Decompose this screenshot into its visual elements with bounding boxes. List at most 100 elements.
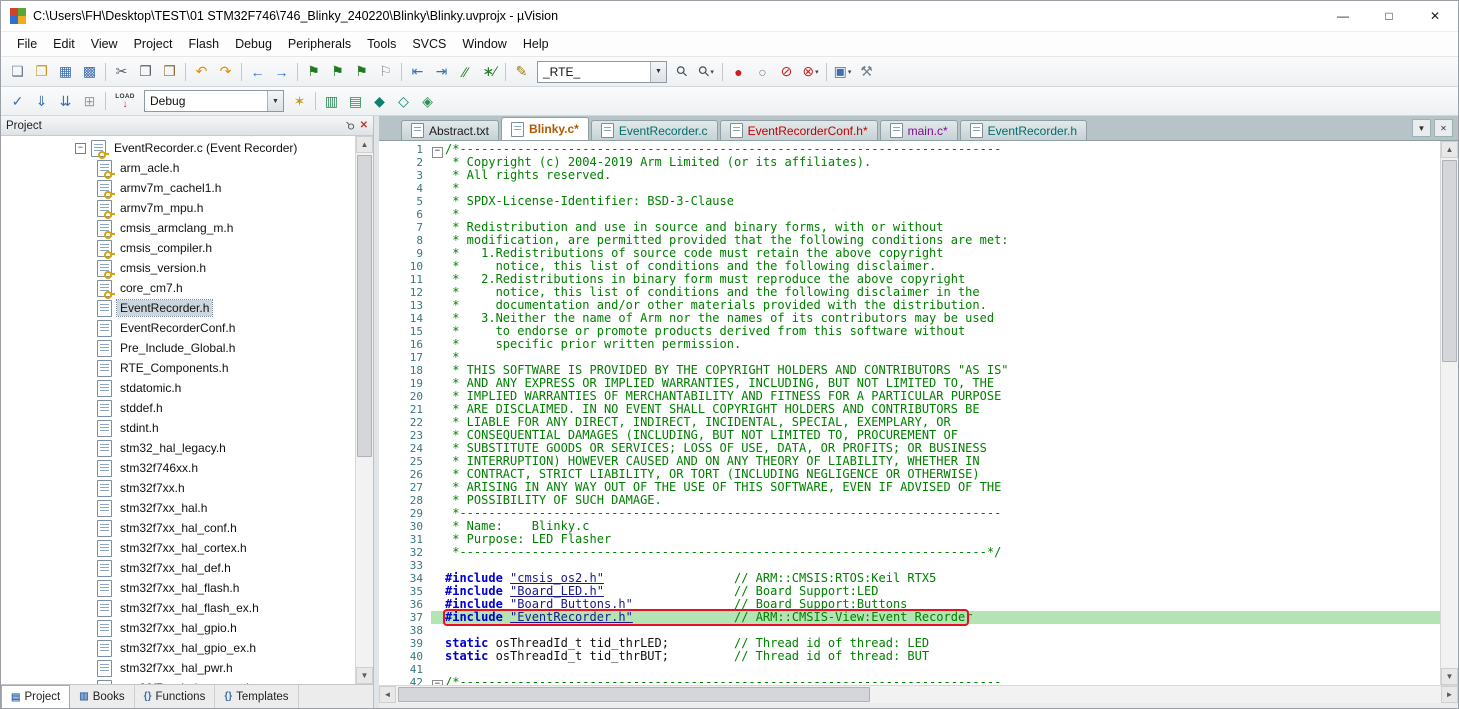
editor-scroll-right-icon[interactable]: ►: [1441, 686, 1458, 703]
save-all-icon[interactable]: ▩: [78, 61, 101, 83]
fold-toggle-icon[interactable]: −: [432, 680, 443, 685]
menu-view[interactable]: View: [83, 34, 126, 54]
minimize-button[interactable]: —: [1320, 1, 1366, 31]
editor-scroll-left-icon[interactable]: ◄: [379, 686, 396, 703]
editor-tab-eventrecorderconf-h[interactable]: EventRecorderConf.h*: [720, 120, 878, 140]
code-line[interactable]: 16 * specific prior written permission.: [379, 338, 1440, 351]
tab-list-dropdown-icon[interactable]: ▼: [1412, 119, 1431, 137]
new-file-icon[interactable]: ❏: [6, 61, 29, 83]
navigate-back-icon[interactable]: ←: [246, 61, 269, 83]
editor-horizontal-scrollbar[interactable]: ◄ ►: [379, 685, 1458, 703]
tree-item[interactable]: stm32f7xx_hal.h: [1, 498, 355, 518]
tree-item[interactable]: stm32f7xx.h: [1, 478, 355, 498]
find-text-combo[interactable]: _RTE_▼: [537, 61, 667, 83]
tree-item[interactable]: core_cm7.h: [1, 278, 355, 298]
search-next-icon[interactable]: ⚲: [671, 61, 694, 83]
unindent-icon[interactable]: ⇤: [406, 61, 429, 83]
highlighted-include-line[interactable]: #include "EventRecorder.h" // ARM::CMSIS…: [431, 611, 1440, 624]
next-bookmark-icon[interactable]: ⚑: [350, 61, 373, 83]
editor-tab-eventrecorder-c[interactable]: EventRecorder.c: [591, 120, 718, 140]
menu-flash[interactable]: Flash: [180, 34, 227, 54]
open-file-icon[interactable]: ❐: [30, 61, 53, 83]
configure-icon[interactable]: ⚒: [855, 61, 878, 83]
close-document-icon[interactable]: ✕: [1434, 119, 1453, 137]
editor-scroll-up-icon[interactable]: ▲: [1441, 141, 1458, 158]
close-panel-icon[interactable]: ✕: [360, 120, 368, 131]
scroll-down-icon[interactable]: ▼: [356, 667, 373, 684]
editor-scroll-track[interactable]: [1441, 158, 1458, 668]
enable-disable-breakpoint-icon[interactable]: ○: [751, 61, 774, 83]
panel-tab-templates[interactable]: {}Templates: [215, 685, 298, 708]
tree-item[interactable]: Pre_Include_Global.h: [1, 338, 355, 358]
code-line-body[interactable]: * SPDX-License-Identifier: BSD-3-Clause: [431, 195, 1440, 208]
kill-all-breakpoints-icon[interactable]: ⊗▾: [799, 61, 822, 83]
tree-item[interactable]: stdint.h: [1, 418, 355, 438]
panel-tab-books[interactable]: ▥Books: [70, 685, 134, 708]
options-for-target-icon[interactable]: ✶: [288, 90, 311, 112]
code-line-body[interactable]: *---------------------------------------…: [431, 546, 1440, 559]
scroll-thumb[interactable]: [357, 155, 372, 457]
code-line-body[interactable]: * specific prior written permission.: [431, 338, 1440, 351]
tree-item[interactable]: RTE_Components.h: [1, 358, 355, 378]
code-line[interactable]: 3 * All rights reserved.: [379, 169, 1440, 182]
tree-item[interactable]: EventRecorderConf.h: [1, 318, 355, 338]
rebuild-all-target-files-icon[interactable]: ⇊: [54, 90, 77, 112]
tree-item[interactable]: cmsis_armclang_m.h: [1, 218, 355, 238]
menu-file[interactable]: File: [9, 34, 45, 54]
save-icon[interactable]: ▦: [54, 61, 77, 83]
maximize-button[interactable]: □: [1366, 1, 1412, 31]
tree-item[interactable]: stm32f7xx_hal_gpio_ex.h: [1, 638, 355, 658]
editor-tab-abstract-txt[interactable]: Abstract.txt: [401, 120, 499, 140]
tree-item[interactable]: stm32f7xx_hal_flash_ex.h: [1, 598, 355, 618]
insert-remove-breakpoint-icon[interactable]: ●: [727, 61, 750, 83]
editor-tab-main-c[interactable]: main.c*: [880, 120, 958, 140]
code-line[interactable]: 5 * SPDX-License-Identifier: BSD-3-Claus…: [379, 195, 1440, 208]
paste-icon[interactable]: ❒: [158, 61, 181, 83]
tree-item[interactable]: cmsis_version.h: [1, 258, 355, 278]
tree-item[interactable]: stddef.h: [1, 398, 355, 418]
pin-icon[interactable]: ⚲: [342, 118, 357, 133]
editor-hscroll-track[interactable]: [396, 686, 1441, 703]
tree-item[interactable]: stm32_hal_legacy.h: [1, 438, 355, 458]
indent-icon[interactable]: ⇥: [430, 61, 453, 83]
file-extensions-icon[interactable]: ▥: [320, 90, 343, 112]
tree-root-item[interactable]: −EventRecorder.c (Event Recorder): [1, 138, 355, 158]
menu-debug[interactable]: Debug: [227, 34, 280, 54]
editor-tab-blinky-c[interactable]: Blinky.c*: [501, 117, 589, 140]
editor-hscroll-thumb[interactable]: [398, 687, 870, 702]
code-line[interactable]: 40static osThreadId_t tid_thrBUT; // Thr…: [379, 650, 1440, 663]
redo-icon[interactable]: ↷: [214, 61, 237, 83]
code-editor[interactable]: 1−/*------------------------------------…: [379, 141, 1458, 685]
copy-icon[interactable]: ❐: [134, 61, 157, 83]
code-line[interactable]: 37#include "EventRecorder.h" // ARM::CMS…: [379, 611, 1440, 624]
download-to-flash-button[interactable]: LOAD↓: [110, 90, 140, 112]
build-icon[interactable]: ⇓: [30, 90, 53, 112]
menu-svcs[interactable]: SVCS: [404, 34, 454, 54]
cut-icon[interactable]: ✂: [110, 61, 133, 83]
menu-tools[interactable]: Tools: [359, 34, 404, 54]
batch-build-icon[interactable]: ⊞: [78, 90, 101, 112]
books-and-environment-icon[interactable]: ▤: [344, 90, 367, 112]
menu-help[interactable]: Help: [515, 34, 557, 54]
tree-item[interactable]: armv7m_cachel1.h: [1, 178, 355, 198]
code-line-body[interactable]: static osThreadId_t tid_thrBUT; // Threa…: [431, 650, 1440, 663]
find-in-files-icon[interactable]: ✎: [510, 61, 533, 83]
comment-selection-icon[interactable]: ∕∕: [454, 61, 477, 83]
menu-peripherals[interactable]: Peripherals: [280, 34, 359, 54]
scroll-up-icon[interactable]: ▲: [356, 136, 373, 153]
expander-icon[interactable]: −: [75, 143, 86, 154]
tree-item[interactable]: armv7m_mpu.h: [1, 198, 355, 218]
tree-item[interactable]: stm32f7xx_hal_flash.h: [1, 578, 355, 598]
tree-item[interactable]: stm32f746xx.h: [1, 458, 355, 478]
find-icon[interactable]: ⚲▾: [695, 61, 718, 83]
editor-vertical-scrollbar[interactable]: ▲ ▼: [1440, 141, 1458, 685]
chevron-down-icon[interactable]: ▼: [267, 91, 283, 111]
window-layout-icon[interactable]: ▣▾: [831, 61, 854, 83]
navigate-forward-icon[interactable]: →: [270, 61, 293, 83]
translate-file-icon[interactable]: ✓: [6, 90, 29, 112]
tree-item[interactable]: stdatomic.h: [1, 378, 355, 398]
menu-window[interactable]: Window: [454, 34, 514, 54]
editor-scroll-thumb[interactable]: [1442, 160, 1457, 362]
project-scrollbar[interactable]: ▲ ▼: [355, 136, 373, 684]
menu-edit[interactable]: Edit: [45, 34, 83, 54]
